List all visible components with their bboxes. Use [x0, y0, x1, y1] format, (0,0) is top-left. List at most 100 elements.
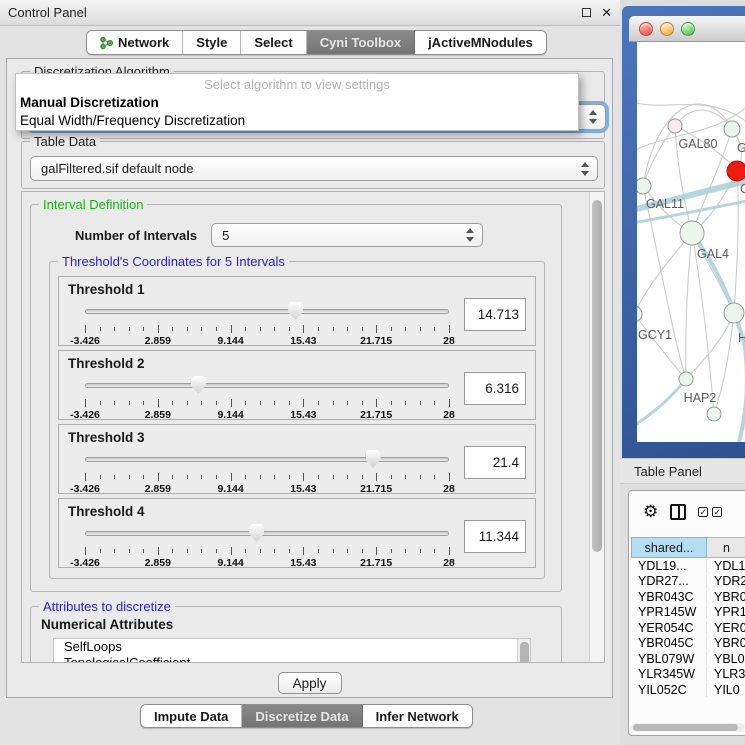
table-cell: YBR043C — [631, 590, 707, 604]
threshold-row: Threshold 4-3.4262.8599.14415.4321.71528… — [58, 498, 536, 568]
checkbox-icon[interactable]: ✓ — [698, 507, 708, 517]
attribute-item[interactable]: TopologicalCoefficient — [54, 655, 530, 663]
attributes-group: Attributes to discretize Numerical Attri… — [30, 606, 562, 663]
slider-track[interactable] — [85, 383, 449, 388]
table-row[interactable]: YIL052CYIL0 — [631, 682, 745, 698]
close-traffic-light-icon[interactable] — [639, 22, 653, 36]
settings-vertical-scrollbar[interactable] — [589, 192, 604, 662]
algorithm-placeholder-item[interactable]: Select algorithm to view settings — [16, 76, 578, 94]
combo-stepper-icon — [581, 162, 590, 176]
table-cell: YBL0 — [707, 652, 745, 666]
columns-icon[interactable] — [670, 504, 686, 520]
table-cell: YLR345W — [631, 667, 707, 681]
close-icon[interactable]: ✕ — [601, 6, 612, 19]
cyni-bottom-tab-bar: Impute DataDiscretize DataInfer Network — [140, 704, 473, 728]
threshold-value-field[interactable]: 6.316 — [464, 372, 526, 405]
table-panel-body: ⚙ ✓ ✓ shared...n YDL19...YDL1YDR27...YDR… — [628, 490, 745, 736]
tab-cyni-toolbox[interactable]: Cyni Toolbox — [307, 31, 415, 54]
threshold-slider[interactable]: -3.4262.8599.14415.4321.71528 — [85, 525, 449, 565]
slider-tick-labels: -3.4262.8599.14415.4321.71528 — [85, 409, 449, 421]
slider-ticks — [85, 547, 449, 555]
network-view-window: GAL80GCGAL11GAL4GCY1HHAP2 — [622, 6, 745, 458]
table-data-selected-value: galFiltered.sif default node — [41, 161, 193, 176]
table-row[interactable]: YER054CYER0 — [631, 620, 745, 636]
numerical-attributes-list[interactable]: SelfLoopsTopologicalCoefficientBetweenne… — [53, 638, 531, 663]
node-label: GAL80 — [679, 137, 718, 151]
threshold-slider[interactable]: -3.4262.8599.14415.4321.71528 — [85, 377, 449, 417]
tab-select[interactable]: Select — [241, 31, 306, 54]
tab-network[interactable]: Network — [87, 31, 183, 54]
interval-definition-group: Interval Definition Number of Intervals … — [30, 204, 562, 592]
network-node[interactable] — [679, 372, 693, 386]
tab-label: jActiveMNodules — [428, 35, 533, 50]
threshold-value-field[interactable]: 14.713 — [464, 298, 526, 331]
network-node[interactable] — [727, 161, 745, 181]
table-row[interactable]: YBL079WYBL0 — [631, 651, 745, 667]
table-data-combobox[interactable]: galFiltered.sif default node — [30, 156, 598, 181]
network-node[interactable] — [724, 121, 740, 137]
table-row[interactable]: YLR345WYLR3 — [631, 667, 745, 683]
apply-button[interactable]: Apply — [278, 672, 342, 694]
table-data-title: Table Data — [30, 134, 100, 149]
tab-discretize-data[interactable]: Discretize Data — [242, 705, 362, 727]
tab-label: Select — [254, 35, 292, 50]
table-cell: YER0 — [707, 621, 745, 635]
node-label: HAP2 — [684, 391, 717, 405]
checkbox-icon[interactable]: ✓ — [712, 507, 722, 517]
threshold-value-field[interactable]: 11.344 — [464, 520, 526, 553]
tab-infer-network[interactable]: Infer Network — [363, 705, 472, 727]
table-header: shared...n — [631, 537, 745, 558]
tab-jactivemnodules[interactable]: jActiveMNodules — [415, 31, 546, 54]
table-row[interactable]: YBR045CYBR0 — [631, 636, 745, 652]
gear-icon[interactable]: ⚙ — [643, 504, 658, 521]
tab-style[interactable]: Style — [183, 31, 241, 54]
network-node[interactable] — [637, 306, 642, 322]
table-row[interactable]: YDR27...YDR2 — [631, 574, 745, 590]
table-row[interactable]: YBR043CYBR0 — [631, 589, 745, 605]
attributes-list-scrollbar[interactable] — [517, 639, 530, 663]
number-of-intervals-combobox[interactable]: 5 — [211, 223, 483, 247]
node-label: C — [740, 182, 745, 196]
table-column-header[interactable]: n — [707, 537, 745, 558]
table-cell: YPR145W — [631, 605, 707, 619]
network-node[interactable] — [707, 407, 721, 421]
threshold-slider[interactable]: -3.4262.8599.14415.4321.71528 — [85, 303, 449, 343]
table-row[interactable]: YDL19...YDL1 — [631, 558, 745, 574]
slider-ticks — [85, 473, 449, 481]
control-panel: Control Panel ✕ NetworkStyleSelectCyni T… — [0, 0, 620, 745]
zoom-traffic-light-icon[interactable] — [681, 22, 695, 36]
algorithm-option[interactable]: Manual Discretization — [16, 94, 578, 112]
table-panel-toolbar: ⚙ ✓ ✓ — [629, 491, 745, 533]
minimize-traffic-light-icon[interactable] — [660, 22, 674, 36]
float-icon[interactable] — [582, 8, 591, 17]
interval-definition-title: Interval Definition — [39, 197, 147, 212]
algorithm-option[interactable]: Equal Width/Frequency Discretization — [16, 112, 578, 130]
algorithm-options: Manual DiscretizationEqual Width/Frequen… — [16, 94, 578, 130]
table-row[interactable]: YPR145WYPR1 — [631, 605, 745, 621]
table-column-header[interactable]: shared... — [631, 537, 707, 558]
network-node[interactable] — [668, 119, 682, 133]
combo-stepper-icon — [466, 228, 475, 242]
threshold-slider[interactable]: -3.4262.8599.14415.4321.71528 — [85, 451, 449, 491]
attribute-items: SelfLoopsTopologicalCoefficientBetweenne… — [54, 639, 530, 663]
network-node[interactable] — [680, 221, 704, 245]
slider-handle[interactable] — [288, 302, 303, 320]
network-canvas[interactable]: GAL80GCGAL11GAL4GCY1HHAP2 — [637, 42, 745, 442]
slider-handle[interactable] — [249, 524, 264, 542]
slider-track[interactable] — [85, 457, 449, 462]
network-node[interactable] — [724, 303, 744, 323]
slider-track[interactable] — [85, 531, 449, 536]
select-columns-icons[interactable]: ✓ ✓ — [698, 507, 722, 517]
scrollbar-thumb[interactable] — [633, 724, 738, 731]
slider-tick-labels: -3.4262.8599.14415.4321.71528 — [85, 557, 449, 569]
slider-handle[interactable] — [366, 450, 381, 468]
slider-handle[interactable] — [191, 376, 206, 394]
tab-label: Style — [196, 35, 227, 50]
tab-impute-data[interactable]: Impute Data — [141, 705, 242, 727]
threshold-value-field[interactable]: 21.4 — [464, 446, 526, 479]
scrollbar-thumb[interactable] — [592, 200, 602, 552]
network-node[interactable] — [637, 178, 651, 194]
table-horizontal-scrollbar[interactable] — [631, 723, 745, 732]
slider-track[interactable] — [85, 309, 449, 314]
attribute-item[interactable]: SelfLoops — [54, 639, 530, 655]
